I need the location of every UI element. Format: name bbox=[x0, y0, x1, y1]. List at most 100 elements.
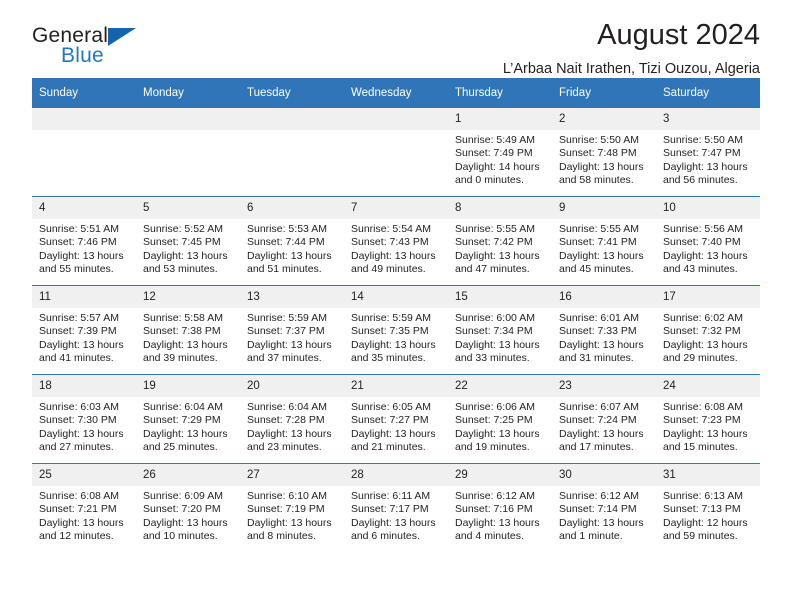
calendar-day-cell[interactable]: 8 Sunrise: 5:55 AM Sunset: 7:42 PM Daylight… bbox=[448, 196, 552, 286]
day-details: Sunrise: 5:59 AM Sunset: 7:37 PM Daylight:… bbox=[240, 308, 344, 366]
sunrise-text: Sunrise: 6:06 AM bbox=[455, 401, 535, 413]
day-number: 14 bbox=[344, 286, 448, 308]
daylight-text: Daylight: 13 hours bbox=[351, 427, 436, 440]
location-subtitle: L’Arbaa Nait Irathen, Tizi Ouzou, Algeri… bbox=[502, 61, 760, 77]
day-number: 8 bbox=[448, 197, 552, 219]
daylight-text: Daylight: 13 hours bbox=[351, 249, 436, 262]
calendar-page: General Blue August 2024 L’Arbaa Nait Ir… bbox=[0, 0, 792, 612]
sunset-text: Sunset: 7:34 PM bbox=[455, 325, 533, 338]
calendar-day-cell[interactable]: 17 Sunrise: 6:02 AM Sunset: 7:32 PM Dayligh… bbox=[656, 285, 760, 375]
calendar-day-cell[interactable]: 24 Sunrise: 6:08 AM Sunset: 7:23 PM Dayligh… bbox=[656, 374, 760, 464]
calendar-day-cell[interactable]: 10 Sunrise: 5:56 AM Sunset: 7:40 PM Dayligh… bbox=[656, 196, 760, 286]
daylight-text-cont: and 58 minutes. bbox=[559, 174, 634, 187]
calendar-day-cell[interactable]: 13 Sunrise: 5:59 AM Sunset: 7:37 PM Dayligh… bbox=[240, 285, 344, 375]
daylight-text-cont: and 53 minutes. bbox=[143, 263, 218, 276]
calendar-day-cell[interactable]: 28 Sunrise: 6:11 AM Sunset: 7:17 PM Dayligh… bbox=[344, 463, 448, 552]
sunrise-text: Sunrise: 6:04 AM bbox=[143, 401, 223, 413]
calendar-day-cell-empty bbox=[240, 107, 344, 197]
sunrise-text: Sunrise: 5:50 AM bbox=[663, 134, 743, 146]
calendar-day-cell[interactable]: 4 Sunrise: 5:51 AM Sunset: 7:46 PM Daylight… bbox=[32, 196, 136, 286]
day-number: 11 bbox=[32, 286, 136, 308]
day-number: 4 bbox=[32, 197, 136, 219]
calendar-day-cell[interactable]: 15 Sunrise: 6:00 AM Sunset: 7:34 PM Dayligh… bbox=[448, 285, 552, 375]
daylight-text: Daylight: 13 hours bbox=[559, 516, 644, 529]
calendar-day-cell[interactable]: 7 Sunrise: 5:54 AM Sunset: 7:43 PM Daylight… bbox=[344, 196, 448, 286]
calendar-day-cell[interactable]: 22 Sunrise: 6:06 AM Sunset: 7:25 PM Dayligh… bbox=[448, 374, 552, 464]
calendar-day-cell[interactable]: 2 Sunrise: 5:50 AM Sunset: 7:48 PM Daylight… bbox=[552, 107, 656, 197]
calendar-day-cell[interactable]: 1 Sunrise: 5:49 AM Sunset: 7:49 PM Daylight… bbox=[448, 107, 552, 197]
calendar-day-cell[interactable]: 19 Sunrise: 6:04 AM Sunset: 7:29 PM Dayligh… bbox=[136, 374, 240, 464]
daylight-text: Daylight: 13 hours bbox=[559, 249, 644, 262]
calendar-day-cell[interactable]: 25 Sunrise: 6:08 AM Sunset: 7:21 PM Dayligh… bbox=[32, 463, 136, 552]
day-details: Sunrise: 6:04 AM Sunset: 7:29 PM Daylight:… bbox=[136, 397, 240, 455]
calendar-day-cell[interactable]: 31 Sunrise: 6:13 AM Sunset: 7:13 PM Dayligh… bbox=[656, 463, 760, 552]
calendar-day-cell[interactable]: 26 Sunrise: 6:09 AM Sunset: 7:20 PM Dayligh… bbox=[136, 463, 240, 552]
day-details: Sunrise: 6:12 AM Sunset: 7:14 PM Daylight:… bbox=[552, 486, 656, 544]
daylight-text: Daylight: 13 hours bbox=[559, 160, 644, 173]
day-details: Sunrise: 6:08 AM Sunset: 7:21 PM Daylight:… bbox=[32, 486, 136, 544]
sunrise-text: Sunrise: 5:59 AM bbox=[247, 312, 327, 324]
calendar-day-cell[interactable]: 16 Sunrise: 6:01 AM Sunset: 7:33 PM Dayligh… bbox=[552, 285, 656, 375]
sunset-text: Sunset: 7:33 PM bbox=[559, 325, 637, 338]
weekday-header-tuesday: Tuesday bbox=[240, 78, 344, 108]
weekday-header-sunday: Sunday bbox=[32, 78, 136, 108]
day-number: 27 bbox=[240, 464, 344, 486]
calendar-day-cell[interactable]: 6 Sunrise: 5:53 AM Sunset: 7:44 PM Daylight… bbox=[240, 196, 344, 286]
sunrise-text: Sunrise: 6:11 AM bbox=[351, 490, 431, 502]
day-details bbox=[136, 130, 240, 134]
calendar-day-cell[interactable]: 21 Sunrise: 6:05 AM Sunset: 7:27 PM Dayligh… bbox=[344, 374, 448, 464]
calendar-week-row: 25 Sunrise: 6:08 AM Sunset: 7:21 PM Dayligh… bbox=[32, 463, 760, 552]
calendar-day-cell[interactable]: 27 Sunrise: 6:10 AM Sunset: 7:19 PM Dayligh… bbox=[240, 463, 344, 552]
daylight-text: Daylight: 13 hours bbox=[455, 427, 540, 440]
calendar-day-cell[interactable]: 5 Sunrise: 5:52 AM Sunset: 7:45 PM Daylight… bbox=[136, 196, 240, 286]
calendar-day-cell[interactable]: 9 Sunrise: 5:55 AM Sunset: 7:41 PM Daylight… bbox=[552, 196, 656, 286]
calendar-day-cell[interactable]: 23 Sunrise: 6:07 AM Sunset: 7:24 PM Dayligh… bbox=[552, 374, 656, 464]
sunrise-text: Sunrise: 5:54 AM bbox=[351, 223, 431, 235]
day-number: 20 bbox=[240, 375, 344, 397]
day-details: Sunrise: 5:54 AM Sunset: 7:43 PM Daylight:… bbox=[344, 219, 448, 277]
weekday-header-thursday: Thursday bbox=[448, 78, 552, 108]
day-details bbox=[344, 130, 448, 134]
sunrise-text: Sunrise: 6:08 AM bbox=[663, 401, 743, 413]
day-number: 31 bbox=[656, 464, 760, 486]
sunset-text: Sunset: 7:48 PM bbox=[559, 147, 637, 160]
weekday-header-wednesday: Wednesday bbox=[344, 78, 448, 108]
daylight-text-cont: and 41 minutes. bbox=[39, 352, 114, 365]
calendar-day-cell[interactable]: 30 Sunrise: 6:12 AM Sunset: 7:14 PM Dayligh… bbox=[552, 463, 656, 552]
calendar-day-cell[interactable]: 3 Sunrise: 5:50 AM Sunset: 7:47 PM Daylight… bbox=[656, 107, 760, 197]
general-blue-logo: General Blue bbox=[32, 24, 262, 76]
daylight-text-cont: and 43 minutes. bbox=[663, 263, 738, 276]
daylight-text: Daylight: 13 hours bbox=[247, 516, 332, 529]
day-number: 28 bbox=[344, 464, 448, 486]
day-number: 29 bbox=[448, 464, 552, 486]
daylight-text-cont: and 8 minutes. bbox=[247, 530, 316, 543]
calendar-day-cell[interactable]: 29 Sunrise: 6:12 AM Sunset: 7:16 PM Dayligh… bbox=[448, 463, 552, 552]
day-details: Sunrise: 5:51 AM Sunset: 7:46 PM Daylight:… bbox=[32, 219, 136, 277]
day-details bbox=[32, 130, 136, 134]
daylight-text: Daylight: 13 hours bbox=[247, 427, 332, 440]
sunset-text: Sunset: 7:42 PM bbox=[455, 236, 533, 249]
calendar-day-cell[interactable]: 12 Sunrise: 5:58 AM Sunset: 7:38 PM Dayligh… bbox=[136, 285, 240, 375]
weekday-header-row: Sunday Monday Tuesday Wednesday Thursday… bbox=[32, 78, 760, 108]
calendar-day-cell[interactable]: 18 Sunrise: 6:03 AM Sunset: 7:30 PM Dayligh… bbox=[32, 374, 136, 464]
calendar-day-cell[interactable]: 11 Sunrise: 5:57 AM Sunset: 7:39 PM Dayligh… bbox=[32, 285, 136, 375]
day-number: 9 bbox=[552, 197, 656, 219]
sunrise-text: Sunrise: 6:10 AM bbox=[247, 490, 327, 502]
daylight-text-cont: and 31 minutes. bbox=[559, 352, 634, 365]
daylight-text-cont: and 0 minutes. bbox=[455, 174, 524, 187]
daylight-text-cont: and 23 minutes. bbox=[247, 441, 322, 454]
calendar-day-cell[interactable]: 14 Sunrise: 5:59 AM Sunset: 7:35 PM Dayligh… bbox=[344, 285, 448, 375]
calendar-week-row: 1 Sunrise: 5:49 AM Sunset: 7:49 PM Daylight… bbox=[32, 107, 760, 197]
calendar-day-cell[interactable]: 20 Sunrise: 6:04 AM Sunset: 7:28 PM Dayligh… bbox=[240, 374, 344, 464]
daylight-text: Daylight: 13 hours bbox=[247, 249, 332, 262]
day-number: 21 bbox=[344, 375, 448, 397]
calendar-week-row: 4 Sunrise: 5:51 AM Sunset: 7:46 PM Daylight… bbox=[32, 196, 760, 286]
day-details: Sunrise: 5:55 AM Sunset: 7:42 PM Daylight:… bbox=[448, 219, 552, 277]
daylight-text: Daylight: 13 hours bbox=[663, 338, 748, 351]
day-details: Sunrise: 6:11 AM Sunset: 7:17 PM Daylight:… bbox=[344, 486, 448, 544]
day-details: Sunrise: 5:53 AM Sunset: 7:44 PM Daylight:… bbox=[240, 219, 344, 277]
sunrise-text: Sunrise: 6:04 AM bbox=[247, 401, 327, 413]
daylight-text-cont: and 35 minutes. bbox=[351, 352, 426, 365]
sunset-text: Sunset: 7:37 PM bbox=[247, 325, 325, 338]
day-details: Sunrise: 6:09 AM Sunset: 7:20 PM Daylight:… bbox=[136, 486, 240, 544]
